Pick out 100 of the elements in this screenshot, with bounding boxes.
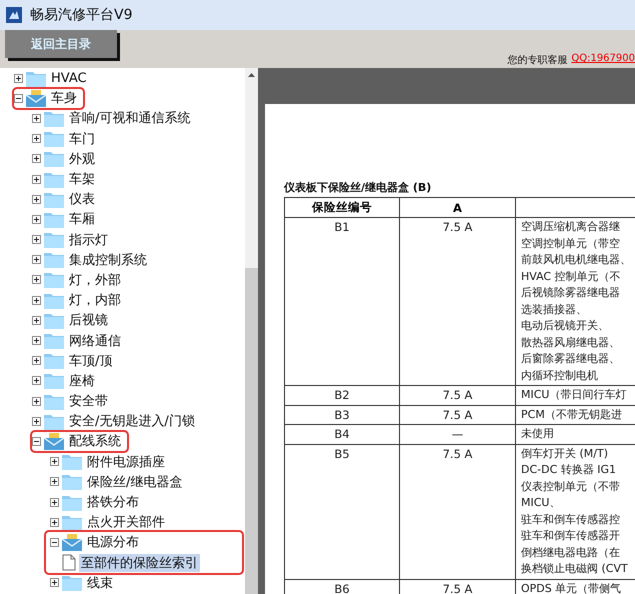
- folder-icon: [62, 514, 82, 531]
- collapse-icon[interactable]: [32, 436, 41, 446]
- folder-icon: [62, 494, 82, 511]
- tree-item[interactable]: 保险丝/继电器盒: [85, 472, 184, 491]
- table-cell: B5: [284, 444, 400, 579]
- expand-icon[interactable]: [32, 214, 41, 224]
- expand-icon[interactable]: [32, 134, 41, 144]
- expand-icon[interactable]: [32, 336, 41, 346]
- tree-item[interactable]: 座椅: [67, 372, 97, 390]
- circuit-text: 后窗除雾器继电器、: [521, 351, 621, 367]
- tree-item[interactable]: 灯，外部: [67, 270, 123, 289]
- tree-item[interactable]: 指示灯: [67, 230, 110, 249]
- table-cell: B6: [284, 579, 400, 594]
- scroll-thumb[interactable]: [245, 268, 258, 594]
- window-title: 畅易汽修平台V9: [30, 6, 132, 24]
- circuit-text: OPDS 单元（带侧气: [521, 580, 622, 594]
- column-header: 保险丝编号: [284, 198, 400, 218]
- expand-icon[interactable]: [32, 275, 41, 284]
- expand-icon[interactable]: [32, 154, 41, 164]
- tree-item[interactable]: 电源分布: [85, 533, 141, 552]
- tree-item[interactable]: 车门: [67, 130, 97, 148]
- tree-item[interactable]: 车顶/顶: [67, 352, 114, 370]
- tree-item[interactable]: 后视镜: [67, 311, 110, 330]
- circuit-text: 选装插接器、: [521, 302, 588, 318]
- circuit-text: 驻车和倒车传感器控: [521, 512, 621, 528]
- circuit-text: 散热器风扇继电器、: [521, 334, 621, 350]
- tree-item[interactable]: 车厢: [67, 210, 97, 228]
- expand-icon[interactable]: [32, 194, 41, 204]
- table-cell: B1: [284, 218, 400, 386]
- folder-icon: [44, 372, 64, 390]
- folder-icon: [44, 392, 64, 410]
- support-label: 您的专职客服: [507, 54, 568, 67]
- expand-icon[interactable]: [50, 477, 59, 486]
- circuit-text: 倒档继电器电路（在: [521, 544, 621, 560]
- table-cell: —: [400, 424, 516, 444]
- folder-icon: [62, 473, 82, 490]
- circuit-text: MICU（带日间行车灯: [521, 387, 628, 403]
- circuit-text: 电动后视镜开关、: [521, 318, 610, 334]
- folder-icon: [44, 332, 64, 350]
- expand-icon[interactable]: [32, 255, 41, 264]
- tree-item[interactable]: 点火开关部件: [85, 513, 167, 532]
- expand-icon[interactable]: [50, 457, 59, 466]
- table-title: 仪表板下保险丝/继电器盒 (B): [284, 180, 432, 195]
- circuit-text: PCM（不带无钥匙进: [521, 406, 623, 422]
- expand-icon[interactable]: [32, 396, 41, 406]
- tree-item[interactable]: 灯，内部: [67, 291, 123, 310]
- circuit-text: 倒车灯开关 (M/T): [521, 446, 609, 462]
- tree-item[interactable]: 至部件的保险丝索引: [79, 554, 200, 572]
- tree-item[interactable]: 安全带: [67, 392, 110, 410]
- expand-icon[interactable]: [32, 114, 41, 123]
- tree-item[interactable]: 附件电源插座: [85, 452, 167, 471]
- document-icon: [62, 554, 76, 572]
- folder-icon: [44, 412, 64, 430]
- tree-item[interactable]: 安全/无钥匙进入/门锁: [67, 412, 197, 430]
- folder-icon: [44, 110, 64, 127]
- table-cell: 7.5 A: [400, 218, 516, 386]
- tree-item[interactable]: HVAC: [49, 70, 89, 86]
- folder-icon: [44, 190, 64, 208]
- expand-icon[interactable]: [32, 174, 41, 184]
- highlighted-tree-node[interactable]: 车身: [14, 88, 83, 108]
- expand-icon[interactable]: [32, 296, 41, 305]
- expand-icon[interactable]: [50, 518, 59, 527]
- table-cell: B4: [284, 424, 400, 444]
- expand-icon[interactable]: [14, 74, 23, 83]
- tree-item[interactable]: 音响/可视和通信系统: [67, 109, 192, 128]
- table-cell: 7.5 A: [400, 405, 516, 424]
- expand-icon[interactable]: [32, 416, 41, 426]
- tree-item[interactable]: 集成控制系统: [67, 250, 149, 269]
- tree-item[interactable]: 搭铁分布: [85, 493, 141, 512]
- expand-icon[interactable]: [50, 498, 59, 507]
- circuit-text: 驻车和倒车传感器开: [521, 528, 621, 544]
- tree-item[interactable]: 线束: [85, 574, 115, 592]
- circuit-text: 未使用: [521, 426, 555, 442]
- app-logo-icon: [6, 7, 22, 23]
- circuit-text: MICU、: [521, 495, 562, 511]
- tree-item[interactable]: 外观: [67, 150, 97, 168]
- tree-item[interactable]: 配线系统: [67, 432, 123, 450]
- folder-icon: [62, 574, 82, 592]
- collapse-icon[interactable]: [50, 538, 59, 547]
- folder-icon: [44, 130, 64, 148]
- highlighted-tree-node[interactable]: 配线系统: [32, 432, 127, 451]
- column-header: A: [400, 198, 516, 218]
- expand-icon[interactable]: [32, 356, 41, 366]
- expand-icon[interactable]: [32, 316, 41, 325]
- circuit-text: 换档锁止电磁阀 (CVT: [521, 561, 629, 577]
- folder-icon: [44, 150, 64, 168]
- tree-item[interactable]: 网络通信: [67, 332, 123, 350]
- folder-icon: [44, 231, 64, 248]
- expand-icon[interactable]: [32, 235, 41, 244]
- collapse-icon[interactable]: [14, 94, 23, 103]
- expand-icon[interactable]: [32, 376, 41, 386]
- tree-item[interactable]: 车身: [49, 89, 79, 108]
- folder-icon: [44, 170, 64, 188]
- expand-icon[interactable]: [50, 578, 59, 588]
- tree-item[interactable]: 车架: [67, 170, 97, 188]
- tree-item[interactable]: 仪表: [67, 190, 97, 208]
- folder-icon: [44, 292, 64, 309]
- folder-icon: [44, 210, 64, 228]
- scrollbar[interactable]: [245, 68, 258, 594]
- circuit-text: 后视镜除雾器继电器: [521, 285, 621, 301]
